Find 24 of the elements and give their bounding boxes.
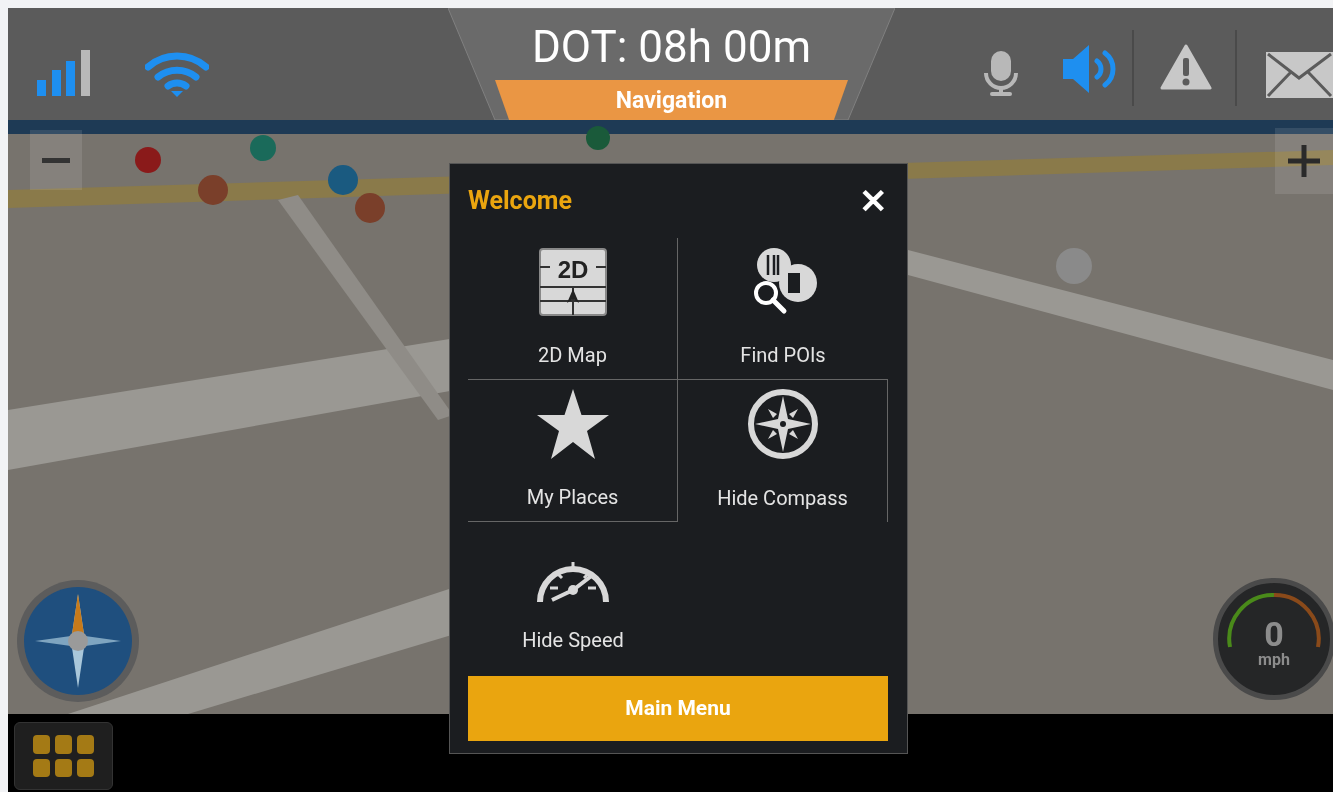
microphone-icon[interactable] (983, 51, 1019, 97)
close-button[interactable]: ✕ (859, 184, 887, 218)
plus-icon (1288, 145, 1320, 177)
dialog-title: Welcome (468, 185, 572, 218)
menu-item-label[interactable]: Hide Speed (522, 628, 624, 652)
menu-item-label[interactable]: Find POIs (740, 343, 826, 367)
mail-icon[interactable] (1266, 52, 1333, 98)
compass-icon[interactable] (15, 578, 141, 704)
zoom-in-button[interactable] (1275, 128, 1333, 194)
menu-item-label[interactable]: My Places (526, 485, 619, 509)
warning-icon[interactable] (1160, 44, 1212, 90)
timer-text: DOT: 08h 00m (530, 21, 812, 73)
star-icon (536, 389, 609, 459)
signal-icon (37, 50, 91, 96)
wifi-icon (145, 51, 209, 97)
compass-rose-icon (746, 388, 819, 460)
menu-item-label[interactable]: Hide Compass (717, 486, 848, 510)
mode-banner: Navigation (495, 80, 848, 120)
speed-unit: mph (1258, 651, 1290, 669)
zoom-out-button[interactable] (30, 130, 82, 190)
icon-label: 2D (557, 256, 588, 283)
menu-item-label[interactable]: 2D Map (538, 343, 607, 367)
speed-value: 0 (1264, 617, 1284, 651)
apps-button[interactable] (14, 722, 113, 790)
